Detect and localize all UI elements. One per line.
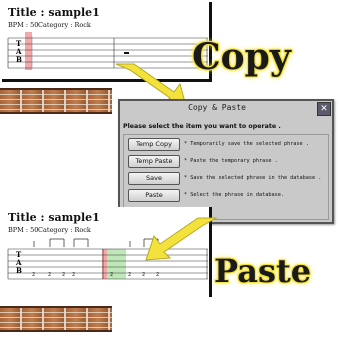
fretboard-bottom[interactable] xyxy=(0,306,112,332)
copy-paste-dialog: Copy & Paste ✕ Please select the item yo… xyxy=(118,99,334,224)
temp-copy-description: * Temporarily save the selected phrase . xyxy=(184,141,309,147)
fretboard-top[interactable] xyxy=(0,88,112,114)
fret-number: 2 xyxy=(32,272,35,278)
close-icon[interactable]: ✕ xyxy=(317,102,331,116)
fret-number: 2 xyxy=(110,272,113,278)
dialog-instruction: Please select the item you want to opera… xyxy=(123,123,281,130)
dialog-title: Copy & Paste xyxy=(188,103,246,112)
paste-arrow-icon xyxy=(145,217,218,261)
copy-label: Copy xyxy=(192,36,291,78)
fret-number: 2 xyxy=(128,272,131,278)
tab-letter-b: B xyxy=(16,266,22,275)
score-bpm: BPM : 50 xyxy=(8,21,39,29)
paste-label: Paste xyxy=(214,252,312,290)
rest-symbol xyxy=(124,52,129,54)
score-category: Category : Rock xyxy=(38,226,91,234)
score-title: Title : sample1 xyxy=(8,6,100,19)
save-description: * Save the selected phrase in the databa… xyxy=(184,175,322,181)
score-bpm: BPM : 50 xyxy=(8,226,39,234)
fret-number: 2 xyxy=(72,272,75,278)
temp-copy-button[interactable]: Temp Copy xyxy=(128,138,180,151)
fret-number: 2 xyxy=(48,272,51,278)
tab-letter-b: B xyxy=(16,55,22,64)
save-button[interactable]: Save xyxy=(128,172,180,185)
paste-description: * Select the phrase in database. xyxy=(184,192,284,198)
score-category: Category : Rock xyxy=(38,21,91,29)
temp-paste-button[interactable]: Temp Paste xyxy=(128,155,180,168)
fret-number: 2 xyxy=(156,272,159,278)
fret-number: 2 xyxy=(142,272,145,278)
fret-number: 2 xyxy=(62,272,65,278)
paste-button[interactable]: Paste xyxy=(128,189,180,202)
score-title: Title : sample1 xyxy=(8,211,100,224)
temp-paste-description: * Paste the temporary phrase . xyxy=(184,158,278,164)
